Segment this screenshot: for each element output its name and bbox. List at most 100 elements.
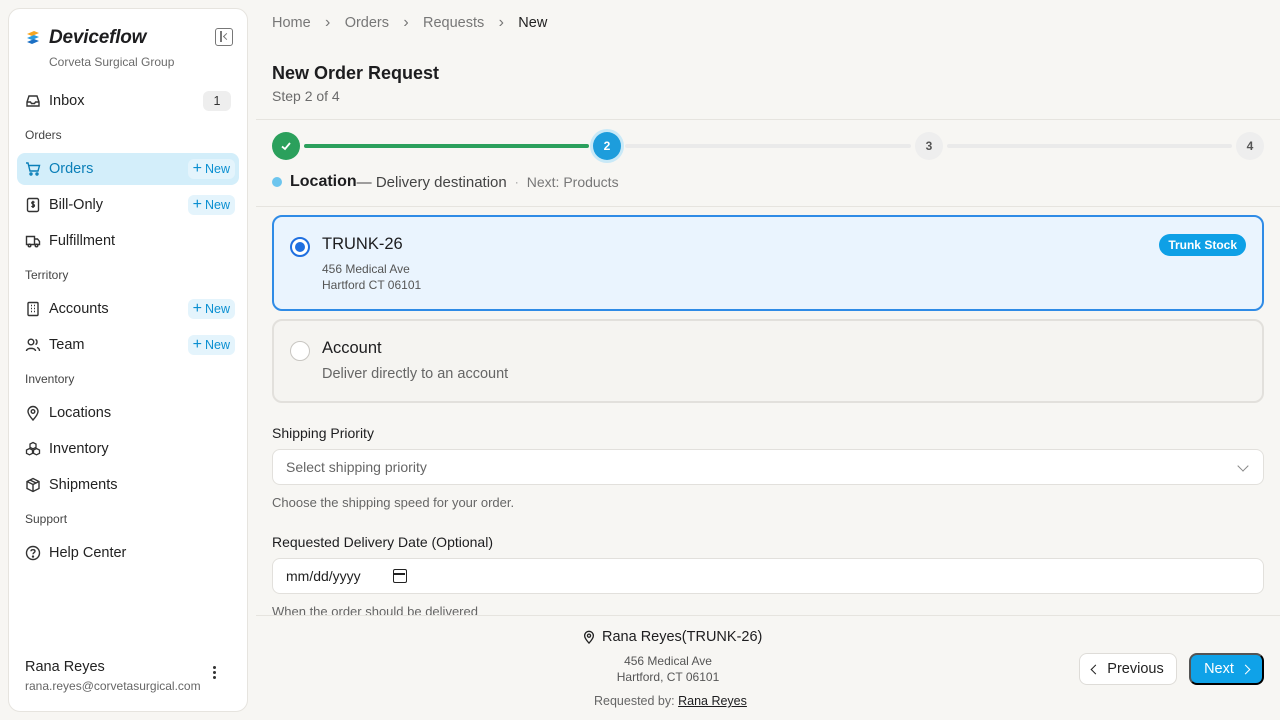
shipping-priority-select[interactable]: Select shipping priority <box>272 449 1264 485</box>
building-icon <box>25 301 41 317</box>
sidebar-item-help-center[interactable]: Help Center <box>17 537 239 569</box>
sidebar-item-fulfillment[interactable]: Fulfillment <box>17 225 239 257</box>
sidebar-item-shipments[interactable]: Shipments <box>17 469 239 501</box>
new-team-button[interactable]: + New <box>187 335 235 355</box>
step-1-complete[interactable] <box>272 132 300 160</box>
sidebar-item-label: Inventory <box>49 441 109 457</box>
new-order-button[interactable]: + New <box>187 159 235 179</box>
section-label-inventory: Inventory <box>25 372 75 386</box>
chevron-down-icon <box>1237 460 1249 472</box>
more-vertical-icon[interactable] <box>208 662 220 682</box>
requester-name: Rana Reyes <box>602 629 682 645</box>
delivery-date-input[interactable]: mm/dd/yyyy <box>272 558 1264 594</box>
sidebar-item-label: Help Center <box>49 545 127 561</box>
location-option-account[interactable]: Account Deliver directly to an account <box>272 319 1264 403</box>
current-step-description: — Delivery destination <box>356 173 507 191</box>
sidebar-nav: Inbox 1 Orders Orders + New Bill-Only + Ne… <box>17 85 239 573</box>
delivery-date-label: Requested Delivery Date (Optional) <box>272 534 493 550</box>
plus-icon: + <box>192 336 202 353</box>
chevron-right-icon <box>1240 664 1251 674</box>
previous-label: Previous <box>1107 661 1164 677</box>
plus-icon: + <box>192 300 202 317</box>
location-option-trunk[interactable]: TRUNK-26 456 Medical Ave Hartford CT 061… <box>272 215 1264 311</box>
page-step: Step 2 of 4 <box>272 88 340 104</box>
next-label: Next <box>1204 661 1234 677</box>
location-title: Account <box>322 339 382 357</box>
sidebar-item-orders[interactable]: Orders + New <box>17 153 239 185</box>
plus-icon: + <box>192 196 202 213</box>
sidebar-item-label: Orders <box>49 161 94 177</box>
deviceflow-logo-icon <box>25 30 41 46</box>
step-connector-3 <box>947 144 1232 148</box>
cart-icon <box>25 161 41 177</box>
select-placeholder: Select shipping priority <box>286 459 427 475</box>
new-bill-only-button[interactable]: + New <box>187 195 235 215</box>
section-label-territory: Territory <box>25 268 69 282</box>
step-connector-1 <box>304 144 589 148</box>
footer-address-line2: Hartford, CT 06101 <box>616 670 720 684</box>
calendar-icon[interactable] <box>393 569 407 583</box>
new-label: New <box>204 198 230 212</box>
new-account-button[interactable]: + New <box>187 299 235 319</box>
radio-selected[interactable] <box>290 237 310 257</box>
next-step-label: Next: Products <box>526 174 619 190</box>
requested-by-link[interactable]: Rana Reyes <box>678 694 747 708</box>
user-name: Rana Reyes <box>25 659 105 675</box>
trunk-stock-badge: Trunk Stock <box>1159 234 1246 256</box>
location-address-line1: 456 Medical Ave <box>322 262 410 276</box>
sidebar-item-label: Locations <box>49 405 112 421</box>
step-3[interactable]: 3 <box>915 132 943 160</box>
requester-location: (TRUNK-26) <box>681 629 763 645</box>
sidebar-item-label: Team <box>49 337 85 353</box>
user-profile[interactable]: Rana Reyes rana.reyes@corvetasurgical.co… <box>25 659 201 693</box>
sidebar-item-locations[interactable]: Locations <box>17 397 239 429</box>
new-label: New <box>204 338 230 352</box>
location-title: TRUNK-26 <box>322 235 403 253</box>
stepper: 2 3 4 Location — Delivery destination · … <box>256 119 1280 207</box>
sidebar-item-inventory[interactable]: Inventory <box>17 433 239 465</box>
shipping-priority-label: Shipping Priority <box>272 425 374 441</box>
sidebar-item-inbox[interactable]: Inbox 1 <box>17 85 239 117</box>
sidebar-item-label: Bill-Only <box>49 197 103 213</box>
location-address-line2: Hartford CT 06101 <box>322 278 422 292</box>
radio-unselected[interactable] <box>290 341 310 361</box>
breadcrumb-orders[interactable]: Orders <box>345 15 389 31</box>
step-4[interactable]: 4 <box>1236 132 1264 160</box>
user-email: rana.reyes@corvetasurgical.com <box>25 679 201 693</box>
sidebar-item-label: Fulfillment <box>49 233 116 249</box>
sidebar-item-bill-only[interactable]: Bill-Only + New <box>17 189 239 221</box>
boxes-icon <box>25 441 41 457</box>
chevron-left-icon <box>1090 664 1101 674</box>
step-2-current[interactable]: 2 <box>593 132 621 160</box>
section-label-orders: Orders <box>25 128 62 142</box>
sidebar-item-label: Inbox <box>49 93 85 109</box>
breadcrumb-requests[interactable]: Requests <box>423 15 484 31</box>
previous-button[interactable]: Previous <box>1079 653 1177 685</box>
help-circle-icon <box>25 545 41 561</box>
new-label: New <box>204 162 230 176</box>
shipping-priority-help: Choose the shipping speed for your order… <box>272 495 515 510</box>
requester-summary: Rana Reyes(TRUNK-26) <box>582 629 762 645</box>
inbox-icon <box>25 93 41 109</box>
users-icon <box>25 337 41 353</box>
sidebar-item-accounts[interactable]: Accounts + New <box>17 293 239 325</box>
section-label-support: Support <box>25 512 68 526</box>
page-title: New Order Request <box>272 63 440 83</box>
sidebar-item-label: Shipments <box>49 477 118 493</box>
plus-icon: + <box>192 160 202 177</box>
date-value: mm/dd/yyyy <box>286 568 361 584</box>
next-button[interactable]: Next <box>1189 653 1264 685</box>
inbox-count-badge: 1 <box>203 91 231 111</box>
brand[interactable]: Deviceflow <box>25 27 146 49</box>
requested-by: Requested by: Rana Reyes <box>594 694 747 708</box>
app-name: Deviceflow <box>49 27 147 48</box>
footer-address-line1: 456 Medical Ave <box>624 654 712 668</box>
sidebar-item-team[interactable]: Team + New <box>17 329 239 361</box>
requested-by-label: Requested by: <box>594 694 675 708</box>
sidebar-item-label: Accounts <box>49 301 109 317</box>
location-subtitle: Deliver directly to an account <box>322 366 509 382</box>
check-icon <box>281 142 291 151</box>
breadcrumb-home[interactable]: Home <box>272 15 311 31</box>
current-step-dot <box>272 177 282 187</box>
sidebar-collapse-icon[interactable] <box>215 28 233 46</box>
